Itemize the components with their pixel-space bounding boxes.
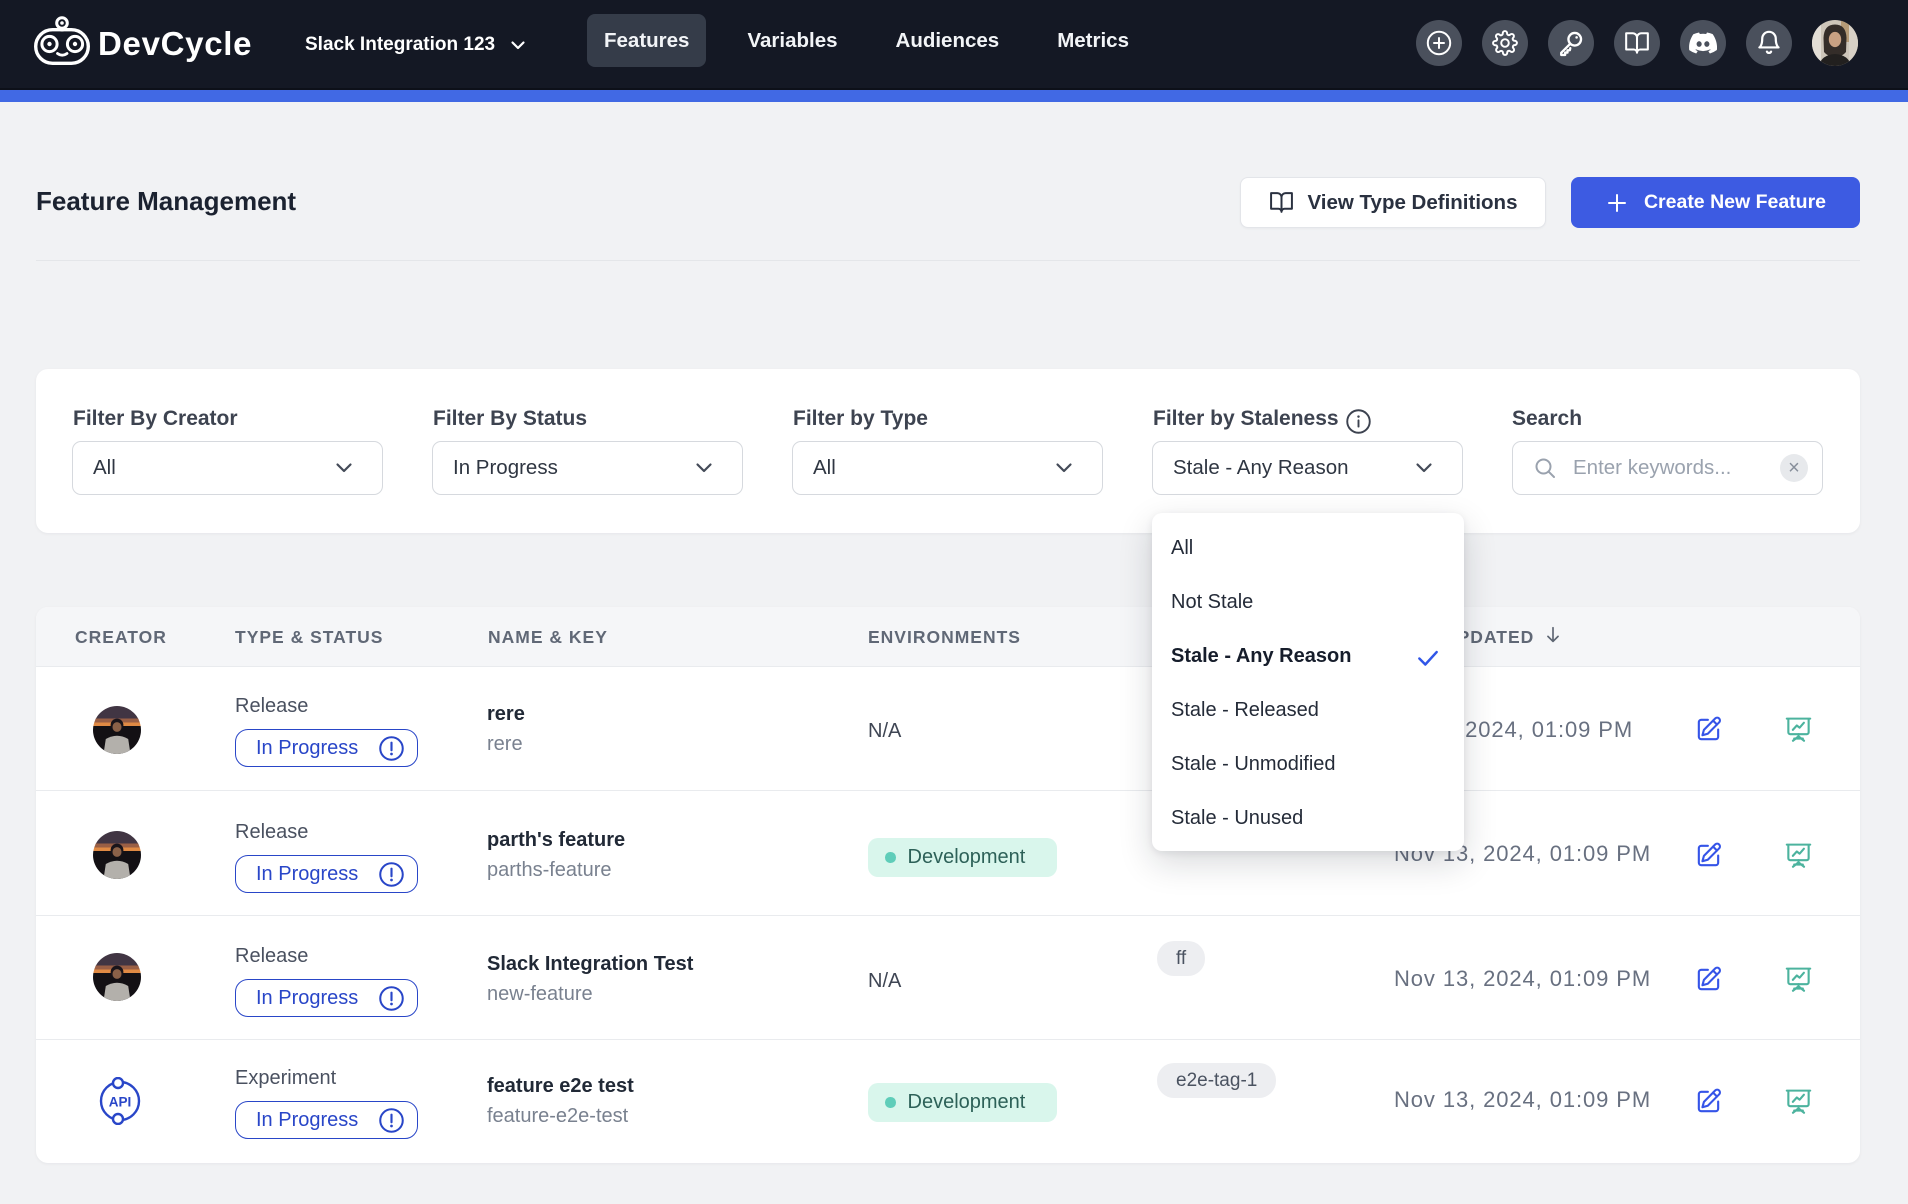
svg-text:API: API <box>109 1095 132 1110</box>
